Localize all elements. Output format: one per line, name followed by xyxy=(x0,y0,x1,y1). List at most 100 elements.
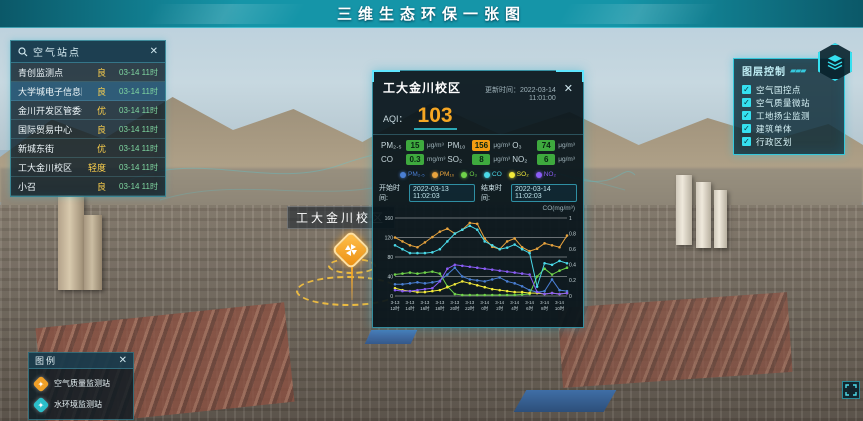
data-point xyxy=(483,280,486,283)
legend-header: 图例 ✕ xyxy=(29,353,133,369)
series-legend-item[interactable]: SO₂ xyxy=(509,171,529,178)
layer-label: 空气质量微站 xyxy=(756,97,810,109)
start-time-input[interactable]: 2022-03-13 11:02:03 xyxy=(409,184,475,202)
data-point xyxy=(476,294,479,297)
checkbox-checked-icon[interactable]: ✓ xyxy=(742,137,751,146)
building-tower xyxy=(84,215,102,290)
popup-title: 工大金川校区 xyxy=(383,79,461,96)
axis-tick-label: 3-13 xyxy=(435,300,444,305)
data-point xyxy=(476,279,479,282)
data-point xyxy=(394,289,397,292)
data-point xyxy=(498,276,501,279)
legend-label: 水环境监测站 xyxy=(54,399,102,410)
data-point xyxy=(431,236,434,239)
station-row[interactable]: 工大金川校区轻度03-14 11时 xyxy=(11,158,165,177)
update-time: 更新时间：2022-03-14 11:01:00 xyxy=(467,85,556,102)
data-point xyxy=(521,272,524,275)
station-row[interactable]: 国际贸易中心良03-14 11时 xyxy=(11,120,165,139)
pollutant-unit: μg/m³ xyxy=(493,142,510,149)
axis-tick-label: 160 xyxy=(385,216,394,222)
data-point xyxy=(491,288,494,291)
data-point xyxy=(506,240,509,243)
series-line-right xyxy=(395,226,567,287)
station-grade: 轻度 xyxy=(82,161,106,174)
data-point xyxy=(528,252,531,255)
axis-tick-label: 3-14 xyxy=(480,300,489,305)
station-row[interactable]: 小召良03-14 11时 xyxy=(11,177,165,196)
series-legend-item[interactable]: NO₂ xyxy=(536,171,556,178)
checkbox-checked-icon[interactable]: ✓ xyxy=(742,85,751,94)
station-update-time: 03-14 11时 xyxy=(106,181,158,192)
data-point xyxy=(416,252,419,255)
data-point xyxy=(543,290,546,293)
station-name: 国际贸易中心 xyxy=(18,123,82,136)
data-point xyxy=(543,293,546,296)
layer-toggle-row[interactable]: ✓空气国控点 xyxy=(742,83,838,96)
data-point xyxy=(536,275,539,278)
series-dot-icon xyxy=(509,172,515,178)
pollutant-name: PM₁₀ xyxy=(447,141,469,150)
data-point xyxy=(528,292,531,295)
data-point xyxy=(454,293,457,296)
map-legend-panel: 图例 ✕ ✦空气质量监测站✦水环境监测站 xyxy=(28,352,134,420)
search-icon[interactable] xyxy=(18,47,28,57)
station-name: 金川开发区管委会 xyxy=(18,104,82,117)
pollutant-value-badge: 8 xyxy=(472,154,490,165)
station-row[interactable]: 金川开发区管委会优03-14 11时 xyxy=(11,101,165,120)
checkbox-checked-icon[interactable]: ✓ xyxy=(742,111,751,120)
layer-control-panel: 图层控制 ▰▰▰ ✓空气国控点✓空气质量微站✓工地扬尘监测✓建筑单体✓行政区划 xyxy=(733,58,845,155)
layer-toggle-row[interactable]: ✓建筑单体 xyxy=(742,122,838,135)
data-point xyxy=(439,289,442,292)
station-update-time: 03-14 11时 xyxy=(106,67,158,78)
axis-tick-label: 4时 xyxy=(511,305,518,311)
data-point xyxy=(543,267,546,270)
station-update-time: 03-14 11时 xyxy=(106,105,158,116)
legend-label: 空气质量监测站 xyxy=(54,378,110,389)
data-point xyxy=(536,247,539,250)
data-point xyxy=(461,280,464,283)
data-point xyxy=(551,292,554,295)
data-point xyxy=(439,280,442,283)
data-point xyxy=(416,246,419,249)
axis-tick-label: 2时 xyxy=(496,305,503,311)
pollutant-cell: CO0.3mg/m³ xyxy=(381,154,445,165)
station-list-panel: 空气站点 ✕ 青创监测点良03-14 11时大学城电子信息园良03-14 11时… xyxy=(10,40,166,197)
station-row[interactable]: 大学城电子信息园良03-14 11时 xyxy=(11,82,165,101)
pollutant-name: O₃ xyxy=(512,141,534,150)
data-point xyxy=(528,273,531,276)
close-icon[interactable]: ✕ xyxy=(119,356,127,366)
layer-toggle-row[interactable]: ✓行政区划 xyxy=(742,135,838,148)
pollutant-cell: PM₂.₅15μg/m³ xyxy=(381,140,445,151)
data-point xyxy=(558,269,561,272)
station-update-time: 03-14 11时 xyxy=(106,143,158,154)
data-point xyxy=(521,293,524,296)
series-legend-item[interactable]: CO xyxy=(484,171,502,178)
building-tower xyxy=(696,182,711,248)
data-point xyxy=(506,294,509,297)
layer-toggle-row[interactable]: ✓工地扬尘监测 xyxy=(742,109,838,122)
map-viewport[interactable]: 三维生态环保一张图 空气站点 ✕ 青创监测点良03-14 11时大学城电子信息园… xyxy=(0,0,863,421)
station-row[interactable]: 青创监测点良03-14 11时 xyxy=(11,63,165,82)
layer-toggle-row[interactable]: ✓ 空气质量微站 xyxy=(742,96,838,109)
data-point xyxy=(446,227,449,230)
pollutant-name: SO₂ xyxy=(447,155,469,164)
data-point xyxy=(409,252,412,255)
axis-tick-label: 0.8 xyxy=(569,231,576,237)
data-point xyxy=(476,284,479,287)
end-time-input[interactable]: 2022-03-14 11:02:03 xyxy=(511,184,577,202)
series-legend-item[interactable]: PM₂.₅ xyxy=(400,171,425,178)
close-icon[interactable]: ✕ xyxy=(562,82,575,95)
series-legend-item[interactable]: O₃ xyxy=(461,171,477,178)
data-point xyxy=(468,265,471,268)
stripes-decoration-icon: ▰▰▰ xyxy=(790,66,805,75)
checkbox-checked-icon[interactable]: ✓ xyxy=(742,98,751,107)
fullscreen-button[interactable] xyxy=(842,381,860,399)
close-icon[interactable]: ✕ xyxy=(150,47,158,57)
data-point xyxy=(446,273,449,276)
data-point xyxy=(439,230,442,233)
update-time-label: 更新时间： xyxy=(485,87,520,94)
station-row[interactable]: 新城东街优03-14 11时 xyxy=(11,139,165,158)
checkbox-checked-icon[interactable]: ✓ xyxy=(742,124,751,133)
data-point xyxy=(513,282,516,285)
series-legend-item[interactable]: PM₁₀ xyxy=(432,171,455,178)
